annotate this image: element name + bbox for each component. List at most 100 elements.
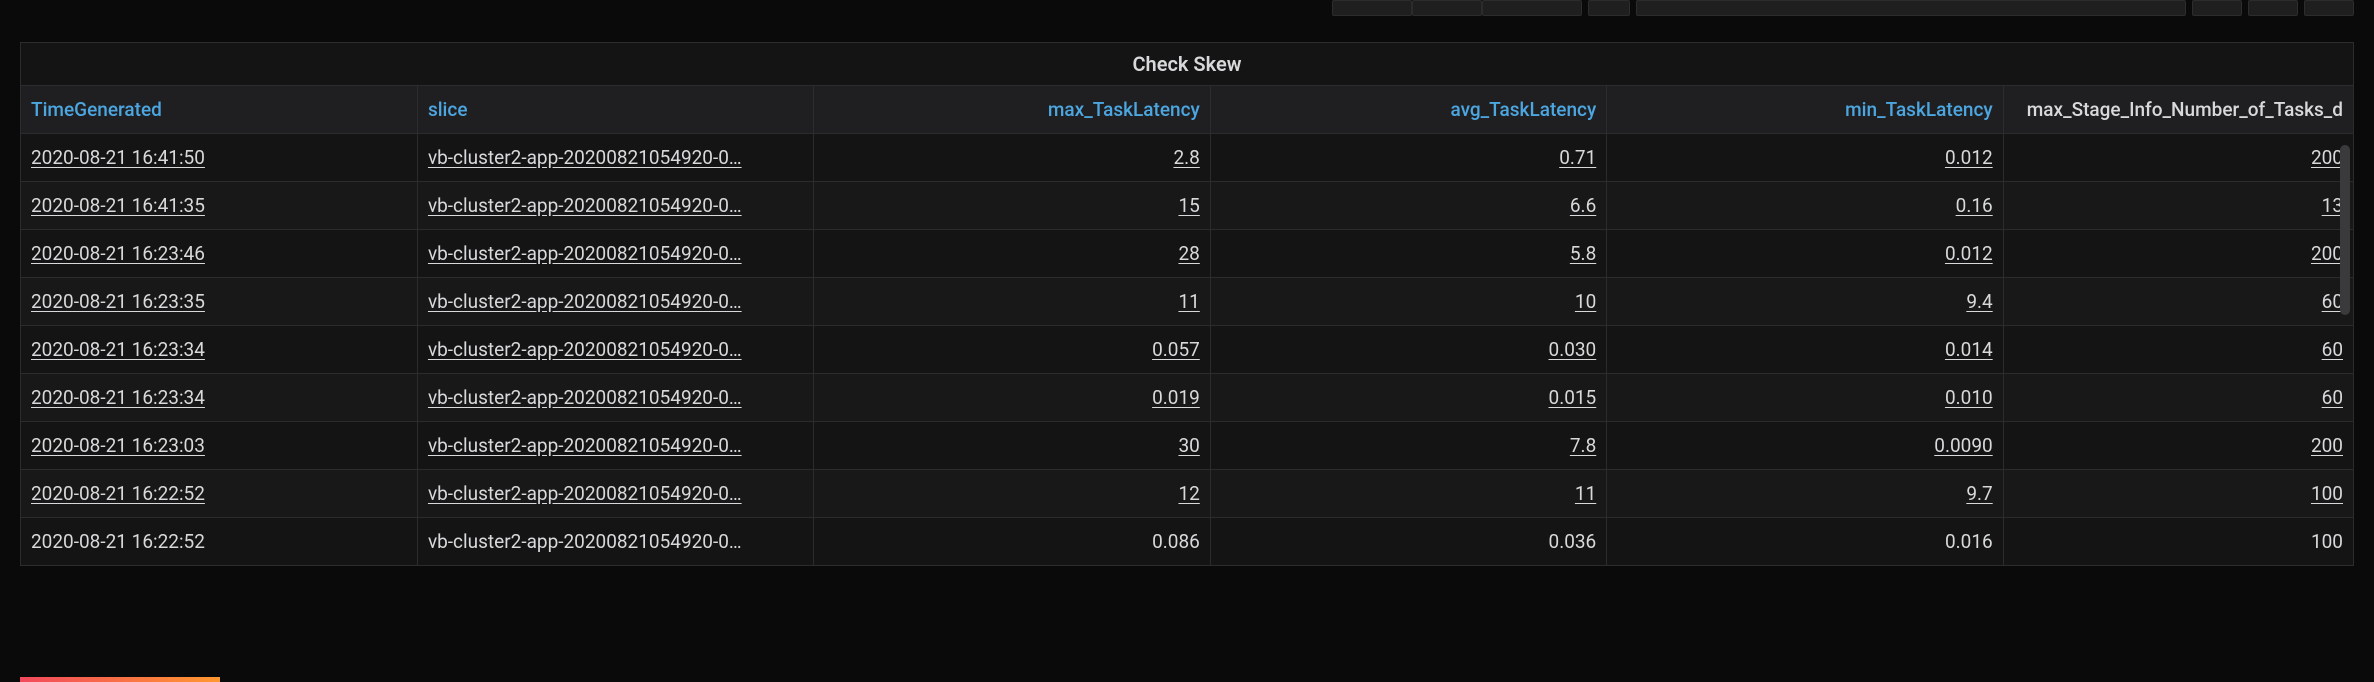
cell-time-value[interactable]: 2020-08-21 16:41:35 bbox=[31, 194, 205, 217]
cell-tasks-value[interactable]: 60 bbox=[2322, 386, 2343, 409]
cell-tasks-value[interactable]: 200 bbox=[2311, 434, 2343, 457]
cell-max-value[interactable]: 30 bbox=[1178, 434, 1199, 457]
cell-avg-value[interactable]: 0.015 bbox=[1549, 386, 1597, 409]
cell-tasks[interactable]: 100 bbox=[2003, 518, 2353, 566]
cell-min[interactable]: 0.010 bbox=[1607, 374, 2003, 422]
cell-slice[interactable]: vb-cluster2-app-20200821054920-0… bbox=[417, 374, 813, 422]
scrollbar[interactable] bbox=[2340, 145, 2350, 315]
cell-avg[interactable]: 0.71 bbox=[1210, 134, 1606, 182]
cell-min-value[interactable]: 0.0090 bbox=[1934, 434, 1992, 457]
cell-time-value[interactable]: 2020-08-21 16:22:52 bbox=[31, 482, 205, 505]
cell-slice-value[interactable]: vb-cluster2-app-20200821054920-0… bbox=[428, 434, 742, 457]
cell-min-value[interactable]: 0.014 bbox=[1945, 338, 1993, 361]
cell-max[interactable]: 0.019 bbox=[814, 374, 1210, 422]
cell-max-value[interactable]: 2.8 bbox=[1173, 146, 1199, 169]
cell-tasks-value[interactable]: 200 bbox=[2311, 146, 2343, 169]
toolbar-button[interactable] bbox=[1588, 0, 1630, 16]
cell-time[interactable]: 2020-08-21 16:41:35 bbox=[21, 182, 417, 230]
cell-min[interactable]: 0.0090 bbox=[1607, 422, 2003, 470]
panel-title[interactable]: Check Skew bbox=[21, 43, 2353, 85]
cell-max-value[interactable]: 12 bbox=[1178, 482, 1199, 505]
cell-avg-value[interactable]: 7.8 bbox=[1570, 434, 1596, 457]
cell-max[interactable]: 28 bbox=[814, 230, 1210, 278]
toolbar-button[interactable] bbox=[1332, 0, 1412, 16]
cell-min[interactable]: 0.012 bbox=[1607, 134, 2003, 182]
refresh-interval-button[interactable] bbox=[2304, 0, 2354, 16]
cell-avg-value[interactable]: 6.6 bbox=[1570, 194, 1596, 217]
cell-min-value[interactable]: 0.016 bbox=[1945, 530, 1993, 553]
cell-avg[interactable]: 10 bbox=[1210, 278, 1606, 326]
col-header-avg[interactable]: avg_TaskLatency bbox=[1210, 86, 1606, 134]
zoom-out-button[interactable] bbox=[2192, 0, 2242, 16]
cell-max-value[interactable]: 28 bbox=[1178, 242, 1199, 265]
cell-slice[interactable]: vb-cluster2-app-20200821054920-0… bbox=[417, 422, 813, 470]
cell-min[interactable]: 0.014 bbox=[1607, 326, 2003, 374]
cell-max-value[interactable]: 0.057 bbox=[1152, 338, 1200, 361]
toolbar-button[interactable] bbox=[1482, 0, 1582, 16]
table-row[interactable]: 2020-08-21 16:22:52 vb-cluster2-app-20200… bbox=[21, 518, 2353, 566]
cell-avg-value[interactable]: 10 bbox=[1575, 290, 1596, 313]
cell-max-value[interactable]: 0.086 bbox=[1152, 530, 1200, 553]
cell-avg[interactable]: 6.6 bbox=[1210, 182, 1606, 230]
col-header-time[interactable]: TimeGenerated bbox=[21, 86, 417, 134]
cell-slice-value[interactable]: vb-cluster2-app-20200821054920-0… bbox=[428, 290, 742, 313]
cell-min-value[interactable]: 9.7 bbox=[1966, 482, 1992, 505]
time-range-picker[interactable] bbox=[1636, 0, 2186, 16]
toolbar-button[interactable] bbox=[1412, 0, 1482, 16]
table-row[interactable]: 2020-08-21 16:23:34vb-cluster2-app-20200… bbox=[21, 326, 2353, 374]
cell-time[interactable]: 2020-08-21 16:23:35 bbox=[21, 278, 417, 326]
cell-slice[interactable]: vb-cluster2-app-20200821054920-0… bbox=[417, 470, 813, 518]
cell-time-value[interactable]: 2020-08-21 16:41:50 bbox=[31, 146, 205, 169]
cell-tasks-value[interactable]: 200 bbox=[2311, 242, 2343, 265]
cell-time-value[interactable]: 2020-08-21 16:23:34 bbox=[31, 338, 205, 361]
cell-max[interactable]: 0.086 bbox=[814, 518, 1210, 566]
cell-slice-value[interactable]: vb-cluster2-app-20200821054920-0… bbox=[428, 386, 742, 409]
cell-slice-value[interactable]: vb-cluster2-app-20200821054920-0… bbox=[428, 242, 742, 265]
cell-avg-value[interactable]: 0.71 bbox=[1559, 146, 1596, 169]
cell-time-value[interactable]: 2020-08-21 16:23:03 bbox=[31, 434, 205, 457]
cell-max[interactable]: 2.8 bbox=[814, 134, 1210, 182]
cell-min[interactable]: 9.4 bbox=[1607, 278, 2003, 326]
table-row[interactable]: 2020-08-21 16:22:52 vb-cluster2-app-20200… bbox=[21, 470, 2353, 518]
cell-min[interactable]: 0.016 bbox=[1607, 518, 2003, 566]
cell-tasks[interactable]: 200 bbox=[2003, 230, 2353, 278]
cell-tasks-value[interactable]: 60 bbox=[2322, 338, 2343, 361]
cell-slice[interactable]: vb-cluster2-app-20200821054920-0… bbox=[417, 182, 813, 230]
table-row[interactable]: 2020-08-21 16:23:46vb-cluster2-app-20200… bbox=[21, 230, 2353, 278]
cell-time[interactable]: 2020-08-21 16:41:50 bbox=[21, 134, 417, 182]
cell-slice-value[interactable]: vb-cluster2-app-20200821054920-0… bbox=[428, 146, 742, 169]
cell-tasks[interactable]: 100 bbox=[2003, 470, 2353, 518]
cell-avg-value[interactable]: 0.030 bbox=[1549, 338, 1597, 361]
cell-tasks[interactable]: 60 bbox=[2003, 374, 2353, 422]
table-row[interactable]: 2020-08-21 16:23:03 vb-cluster2-app-20200… bbox=[21, 422, 2353, 470]
col-header-slice[interactable]: slice bbox=[417, 86, 813, 134]
cell-tasks[interactable]: 200 bbox=[2003, 422, 2353, 470]
cell-max[interactable]: 0.057 bbox=[814, 326, 1210, 374]
cell-time[interactable]: 2020-08-21 16:23:03 bbox=[21, 422, 417, 470]
cell-tasks-value[interactable]: 100 bbox=[2311, 482, 2343, 505]
cell-time[interactable]: 2020-08-21 16:23:34 bbox=[21, 326, 417, 374]
cell-slice-value[interactable]: vb-cluster2-app-20200821054920-0… bbox=[428, 482, 742, 505]
cell-max-value[interactable]: 0.019 bbox=[1152, 386, 1200, 409]
cell-tasks[interactable]: 60 bbox=[2003, 278, 2353, 326]
cell-avg[interactable]: 7.8 bbox=[1210, 422, 1606, 470]
cell-time[interactable]: 2020-08-21 16:23:34 bbox=[21, 374, 417, 422]
cell-max-value[interactable]: 11 bbox=[1178, 290, 1199, 313]
cell-min[interactable]: 9.7 bbox=[1607, 470, 2003, 518]
cell-time[interactable]: 2020-08-21 16:22:52 bbox=[21, 518, 417, 566]
cell-min[interactable]: 0.16 bbox=[1607, 182, 2003, 230]
cell-time[interactable]: 2020-08-21 16:22:52 bbox=[21, 470, 417, 518]
cell-slice[interactable]: vb-cluster2-app-20200821054920-0… bbox=[417, 230, 813, 278]
col-header-tasks[interactable]: max_Stage_Info_Number_of_Tasks_d bbox=[2003, 86, 2353, 134]
cell-min[interactable]: 0.012 bbox=[1607, 230, 2003, 278]
col-header-min[interactable]: min_TaskLatency bbox=[1607, 86, 2003, 134]
cell-slice-value[interactable]: vb-cluster2-app-20200821054920-0… bbox=[428, 530, 742, 553]
table-row[interactable]: 2020-08-21 16:41:50 vb-cluster2-app-20200… bbox=[21, 134, 2353, 182]
col-header-max[interactable]: max_TaskLatency bbox=[814, 86, 1210, 134]
cell-max[interactable]: 11 bbox=[814, 278, 1210, 326]
cell-min-value[interactable]: 0.16 bbox=[1956, 194, 1993, 217]
cell-avg[interactable]: 5.8 bbox=[1210, 230, 1606, 278]
cell-slice[interactable]: vb-cluster2-app-20200821054920-0… bbox=[417, 278, 813, 326]
table-row[interactable]: 2020-08-21 16:23:34 vb-cluster2-app-20200… bbox=[21, 374, 2353, 422]
cell-min-value[interactable]: 0.010 bbox=[1945, 386, 1993, 409]
